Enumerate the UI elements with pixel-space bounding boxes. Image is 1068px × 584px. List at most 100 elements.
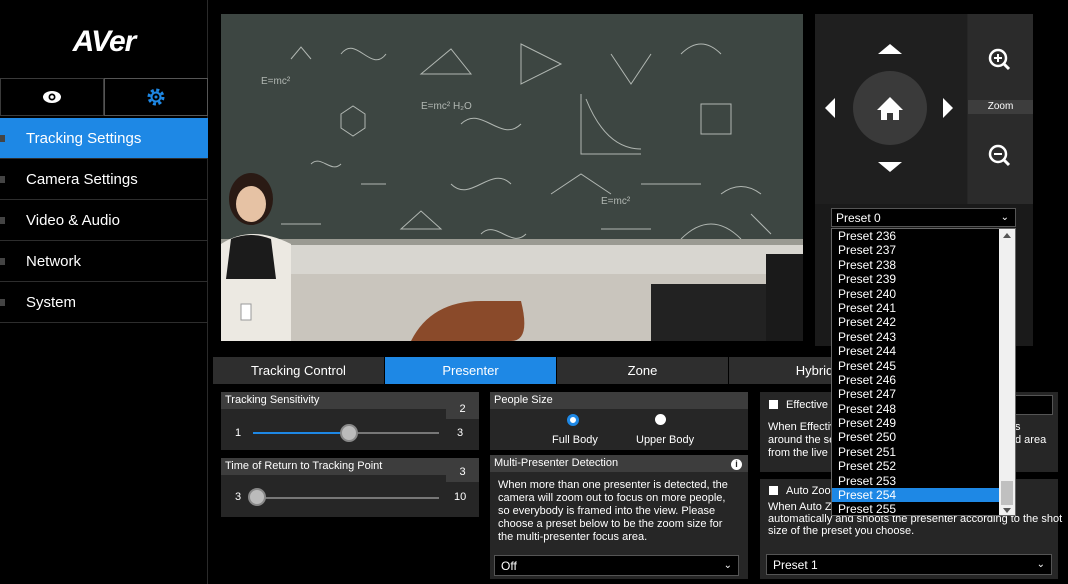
- preset-option[interactable]: Preset 237: [832, 243, 1015, 257]
- zoom-label: Zoom: [968, 100, 1033, 114]
- tracking-sensitivity-label: Tracking Sensitivity: [221, 392, 479, 409]
- pan-right-arrow-icon[interactable]: [943, 98, 953, 118]
- preset-option[interactable]: Preset 251: [832, 445, 1015, 459]
- multi-presenter-description: When more than one presenter is detected…: [498, 479, 728, 543]
- return-max-label: 10: [454, 491, 467, 503]
- preset-option[interactable]: Preset 236: [832, 229, 1015, 243]
- eye-icon: [43, 91, 61, 103]
- sidebar-item-video-audio[interactable]: Video & Audio: [0, 200, 208, 241]
- sidebar-item-system[interactable]: System: [0, 282, 208, 323]
- zoom-in-icon[interactable]: [968, 32, 1033, 92]
- gear-icon: [147, 88, 165, 106]
- return-min-label: 3: [235, 491, 242, 503]
- return-time-panel: Time of Return to Tracking Point 3 3 10: [221, 458, 479, 517]
- svg-text:E=mc²: E=mc²: [601, 196, 631, 207]
- sidebar-item-label: Network: [26, 252, 82, 270]
- chevron-down-icon: ⌄: [1000, 212, 1009, 223]
- people-size-panel: People Size Full Body Upper Body: [490, 392, 748, 450]
- zoom-column: Zoom: [968, 14, 1033, 204]
- sidebar-nav: Tracking Settings Camera Settings Video …: [0, 118, 208, 323]
- sidebar-item-label: Video & Audio: [26, 211, 120, 229]
- chevron-down-icon: ⌄: [723, 560, 732, 571]
- multi-presenter-panel: Multi-Presenter Detection i When more th…: [490, 455, 748, 579]
- preset-option[interactable]: Preset 246: [832, 373, 1015, 387]
- multi-presenter-select-value: Off: [501, 558, 517, 573]
- svg-text:E=mc²: E=mc²: [261, 76, 291, 87]
- effective-tracking-checkbox[interactable]: [769, 400, 778, 409]
- zoom-out-icon[interactable]: [968, 128, 1033, 188]
- tracking-sensitivity-value: 2: [446, 399, 479, 419]
- preset-option[interactable]: Preset 252: [832, 459, 1015, 473]
- people-size-label: People Size: [490, 392, 748, 409]
- sensitivity-slider-handle[interactable]: [340, 424, 358, 442]
- preset-option[interactable]: Preset 247: [832, 387, 1015, 401]
- sidebar-item-camera-settings[interactable]: Camera Settings: [0, 159, 208, 200]
- preset-option[interactable]: Preset 240: [832, 287, 1015, 301]
- preset-select-value: Preset 0: [836, 210, 881, 225]
- effective-desc-3: from the live v: [768, 447, 837, 459]
- preset-option-selected[interactable]: Preset 254: [832, 488, 1015, 503]
- auto-zoom-desc-3: size of the preset you choose.: [768, 525, 915, 537]
- tab-zone[interactable]: Zone: [557, 357, 728, 384]
- return-time-value: 3: [446, 462, 479, 482]
- preset-option[interactable]: Preset 243: [832, 330, 1015, 344]
- return-slider-track[interactable]: [253, 497, 439, 499]
- preset-option[interactable]: Preset 248: [832, 402, 1015, 416]
- ptz-control-panel: Zoom: [815, 14, 1033, 204]
- preset-option[interactable]: Preset 242: [832, 315, 1015, 329]
- preset-dropdown-list[interactable]: Preset 236 Preset 237 Preset 238 Preset …: [831, 228, 1016, 516]
- pan-left-arrow-icon[interactable]: [825, 98, 835, 118]
- tracking-sensitivity-panel: Tracking Sensitivity 2 1 3: [221, 392, 479, 450]
- sidebar-item-label: Camera Settings: [26, 170, 138, 188]
- auto-zoom-preset-value: Preset 1: [773, 557, 818, 572]
- scroll-down-arrow-icon[interactable]: [1003, 508, 1011, 513]
- sidebar-item-network[interactable]: Network: [0, 241, 208, 282]
- preview-mode-button[interactable]: [0, 78, 104, 116]
- auto-zoom-desc-1: When Auto Zo: [768, 501, 838, 513]
- preset-list-scrollbar[interactable]: [999, 229, 1015, 515]
- sensitivity-min-label: 1: [235, 427, 242, 439]
- sidebar-item-label: Tracking Settings: [26, 129, 142, 147]
- svg-text:E=mc² H₂O: E=mc² H₂O: [421, 101, 472, 112]
- preset-option[interactable]: Preset 249: [832, 416, 1015, 430]
- preset-option[interactable]: Preset 253: [832, 474, 1015, 488]
- multi-presenter-label: Multi-Presenter Detection: [490, 455, 748, 472]
- mode-bar: [0, 78, 208, 116]
- tab-presenter[interactable]: Presenter: [385, 357, 556, 384]
- full-body-radio[interactable]: [567, 414, 579, 426]
- upper-body-radio[interactable]: [655, 414, 666, 425]
- preset-list-scroll-thumb[interactable]: [1001, 481, 1013, 505]
- sidebar: AVer Tracking Settings Camera Settings V…: [0, 0, 208, 584]
- multi-presenter-select[interactable]: Off ⌄: [494, 555, 739, 576]
- settings-mode-button[interactable]: [104, 78, 208, 116]
- upper-body-label: Upper Body: [636, 434, 695, 446]
- return-time-label: Time of Return to Tracking Point: [221, 458, 479, 475]
- effective-tracking-label: Effective T: [786, 399, 838, 411]
- scroll-up-arrow-icon[interactable]: [1003, 233, 1011, 238]
- classroom-scene-image: E=mc² E=mc² H₂O E=mc²: [221, 14, 803, 341]
- preset-option[interactable]: Preset 241: [832, 301, 1015, 315]
- live-video-preview[interactable]: E=mc² E=mc² H₂O E=mc²: [221, 14, 803, 341]
- auto-zoom-checkbox[interactable]: [769, 486, 778, 495]
- ptz-direction-pad: [815, 14, 967, 204]
- sidebar-item-tracking-settings[interactable]: Tracking Settings: [0, 118, 208, 159]
- preset-option[interactable]: Preset 239: [832, 272, 1015, 286]
- info-icon[interactable]: i: [731, 459, 742, 470]
- preset-option[interactable]: Preset 255: [832, 502, 1015, 515]
- pan-up-arrow-icon[interactable]: [878, 44, 902, 54]
- preset-option[interactable]: Preset 250: [832, 430, 1015, 444]
- sidebar-item-label: System: [26, 293, 77, 311]
- sensitivity-slider-fill: [253, 432, 349, 434]
- effective-desc-1: When Effectiv: [768, 421, 836, 433]
- preset-option[interactable]: Preset 238: [832, 258, 1015, 272]
- preset-select[interactable]: Preset 0 ⌄: [831, 208, 1016, 227]
- auto-zoom-preset-select[interactable]: Preset 1 ⌄: [766, 554, 1052, 575]
- chevron-down-icon: ⌄: [1036, 559, 1045, 570]
- aver-logo: AVer: [72, 25, 137, 58]
- return-slider-handle[interactable]: [248, 488, 266, 506]
- full-body-label: Full Body: [552, 434, 598, 446]
- preset-option[interactable]: Preset 245: [832, 359, 1015, 373]
- tab-tracking-control[interactable]: Tracking Control: [213, 357, 384, 384]
- preset-option[interactable]: Preset 244: [832, 344, 1015, 358]
- pan-down-arrow-icon[interactable]: [878, 162, 902, 172]
